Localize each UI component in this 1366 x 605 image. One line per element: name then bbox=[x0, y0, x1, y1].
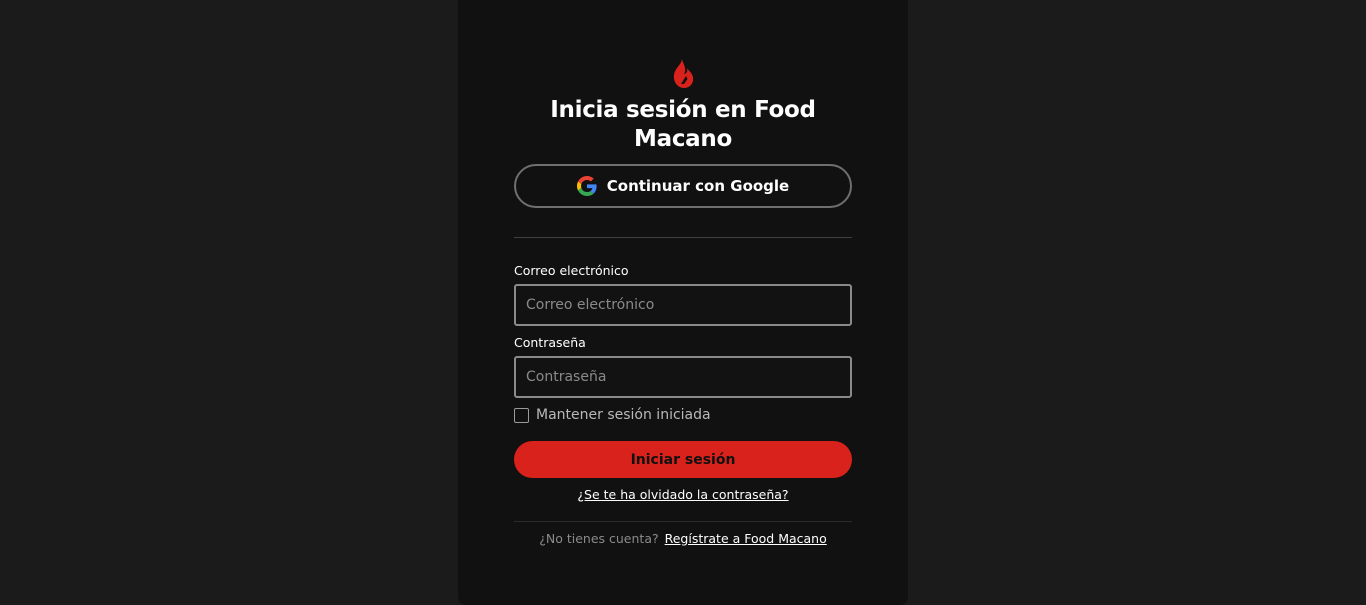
email-field-wrapper bbox=[514, 284, 852, 326]
google-icon bbox=[576, 176, 597, 196]
google-signin-button[interactable]: Continuar con Google bbox=[514, 164, 852, 208]
page-title-line-2: Macano bbox=[634, 126, 732, 152]
remember-me-checkbox[interactable] bbox=[514, 407, 529, 423]
page-title: Inicia sesión en Food Macano bbox=[514, 96, 852, 154]
remember-me-row: Mantener sesión iniciada bbox=[514, 407, 711, 423]
password-label: Contraseña bbox=[514, 335, 586, 350]
email-label: Correo electrónico bbox=[514, 263, 629, 278]
forgot-password-link[interactable]: ¿Se te ha olvidado la contraseña? bbox=[514, 487, 852, 502]
remember-me-label[interactable]: Mantener sesión iniciada bbox=[536, 407, 711, 423]
footer-divider bbox=[514, 521, 852, 522]
page-title-line-1: Inicia sesión en Food bbox=[550, 97, 816, 123]
signup-row: ¿No tienes cuenta? Regístrate a Food Maca… bbox=[514, 531, 852, 546]
flame-icon bbox=[673, 58, 694, 88]
login-button[interactable]: Iniciar sesión bbox=[514, 441, 852, 478]
login-card: Inicia sesión en Food Macano Continuar c… bbox=[458, 0, 908, 605]
password-field[interactable] bbox=[516, 358, 850, 396]
password-field-wrapper bbox=[514, 356, 852, 398]
signup-link[interactable]: Regístrate a Food Macano bbox=[665, 531, 827, 546]
email-field[interactable] bbox=[516, 286, 850, 324]
google-button-label: Continuar con Google bbox=[606, 177, 790, 195]
divider bbox=[514, 237, 852, 238]
no-account-text: ¿No tienes cuenta? bbox=[539, 531, 659, 546]
